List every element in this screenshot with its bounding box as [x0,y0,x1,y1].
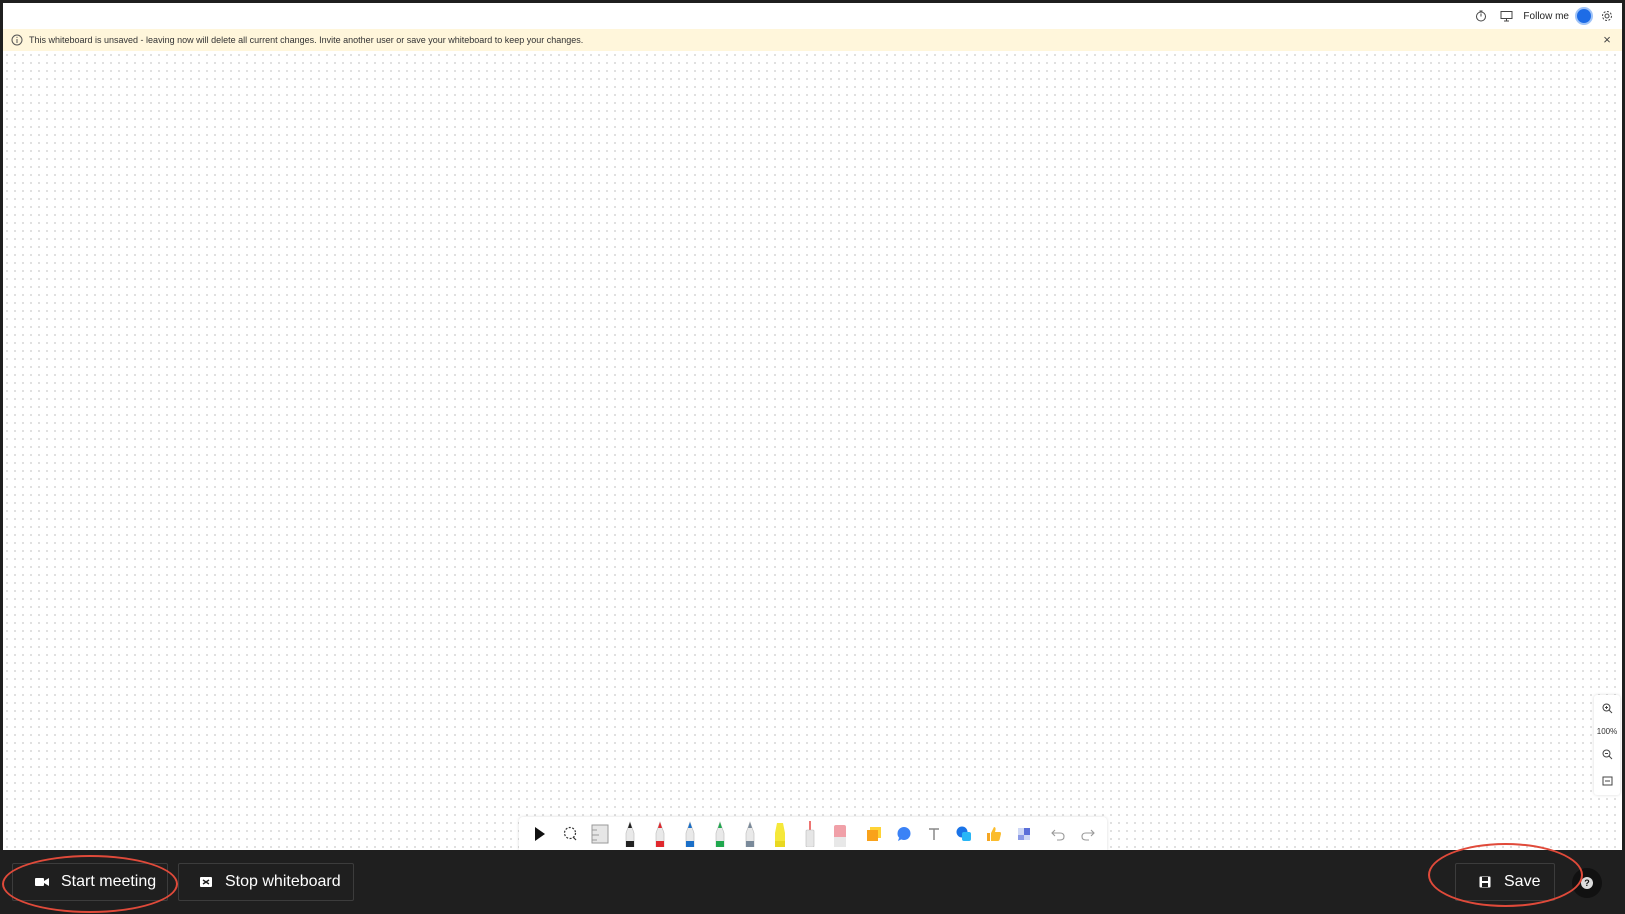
start-meeting-button[interactable]: Start meeting [12,863,168,901]
eraser-icon[interactable] [825,819,855,849]
help-button[interactable]: ? [1572,868,1602,898]
highlighter-icon[interactable] [765,819,795,849]
stop-whiteboard-icon [200,877,212,887]
comment-icon[interactable] [889,819,919,849]
templates-icon[interactable] [1009,819,1039,849]
zoom-controls: 100% [1594,695,1620,795]
pen-blue-icon[interactable] [675,819,705,849]
banner-message: This whiteboard is unsaved - leaving now… [29,35,584,45]
stop-whiteboard-label: Stop whiteboard [225,873,341,890]
whiteboard-canvas[interactable]: Follow me This whiteboard is unsaved - l… [3,3,1622,850]
laser-pointer-icon[interactable] [795,819,825,849]
save-label: Save [1504,873,1541,890]
fit-to-screen-icon[interactable] [1598,772,1616,790]
text-icon[interactable] [919,819,949,849]
follow-me-button[interactable]: Follow me [1523,11,1569,22]
stop-whiteboard-button[interactable]: Stop whiteboard [178,863,354,901]
zoom-level: 100% [1596,726,1618,736]
redo-icon[interactable] [1073,819,1103,849]
sticky-note-icon[interactable] [859,819,889,849]
pen-gray-icon[interactable] [735,819,765,849]
whiteboard-header: Follow me [3,3,1622,29]
pen-green-icon[interactable] [705,819,735,849]
pointer-icon[interactable] [525,819,555,849]
help-icon: ? [1581,877,1593,889]
pen-red-icon[interactable] [645,819,675,849]
thumbs-up-icon[interactable] [979,819,1009,849]
drawing-toolbar [519,817,1107,850]
avatar[interactable] [1575,7,1593,25]
present-icon[interactable] [1495,5,1517,27]
timer-icon[interactable] [1470,5,1492,27]
ruler-icon[interactable] [585,819,615,849]
save-icon [1479,876,1491,888]
pen-black-icon[interactable] [615,819,645,849]
meeting-control-bar: Start meeting Stop whiteboard Save ? [0,850,1625,914]
settings-icon[interactable] [1596,5,1618,27]
info-icon [11,34,23,46]
undo-icon[interactable] [1043,819,1073,849]
video-camera-icon [35,878,49,886]
lasso-icon[interactable] [555,819,585,849]
zoom-in-icon[interactable] [1598,700,1616,718]
start-meeting-label: Start meeting [61,873,157,890]
close-icon[interactable]: × [1600,33,1614,47]
zoom-out-icon[interactable] [1598,745,1616,763]
save-button[interactable]: Save [1455,863,1555,901]
shapes-icon[interactable] [949,819,979,849]
unsaved-banner: This whiteboard is unsaved - leaving now… [3,29,1622,51]
